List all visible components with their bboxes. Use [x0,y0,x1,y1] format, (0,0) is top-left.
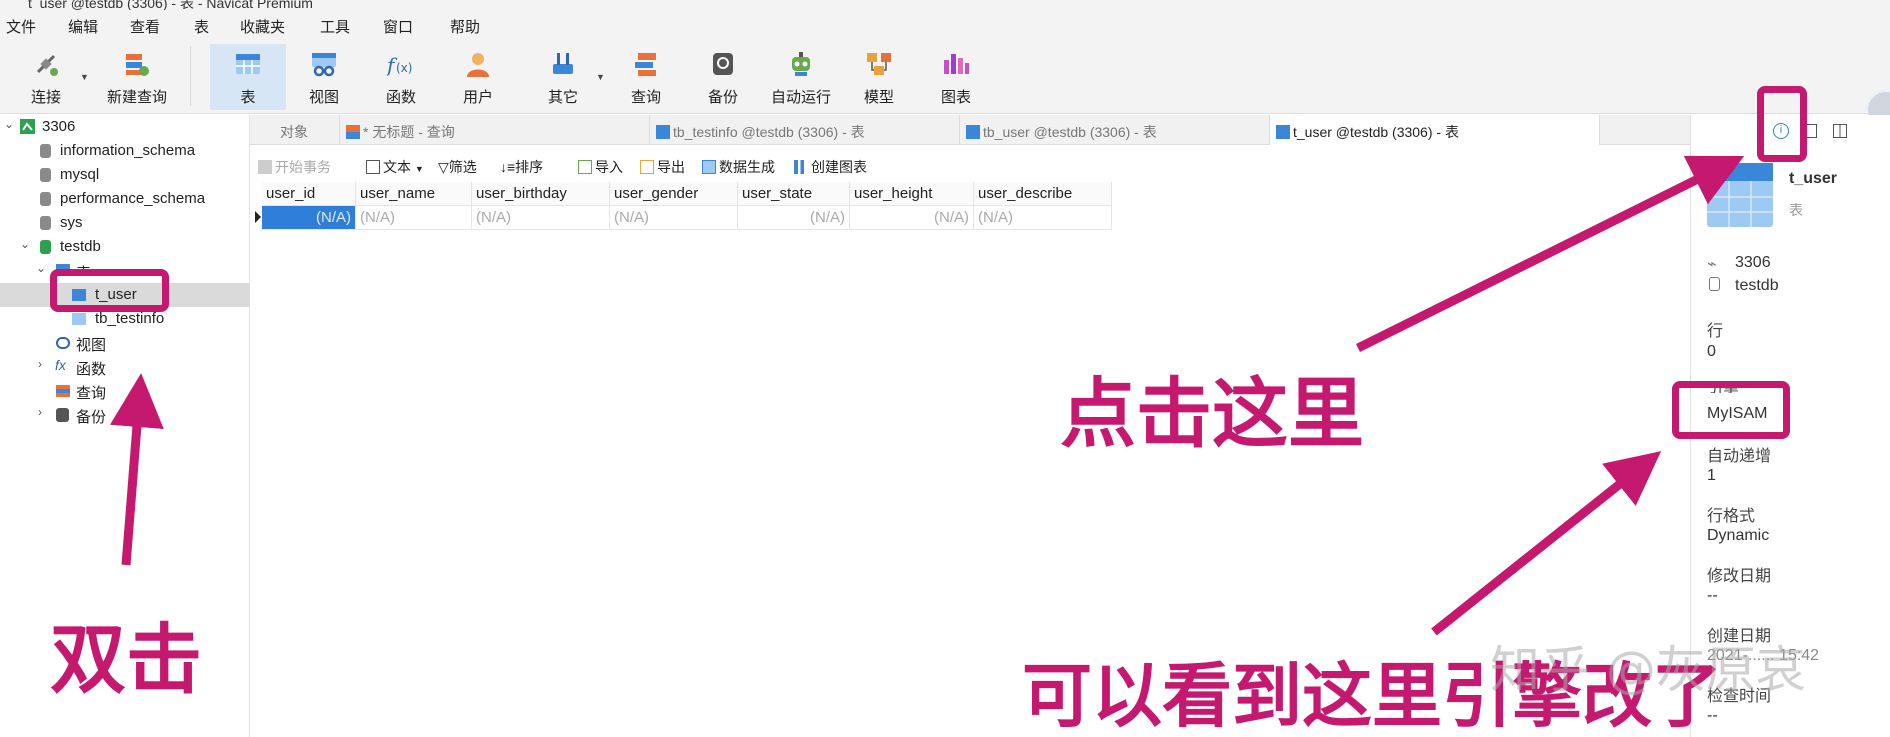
annotation-arrows [109,155,1745,636]
arrow-to-info-button [1355,155,1745,353]
arrow-to-t-user [109,373,164,566]
annotation-click-here: 点击这里 [1060,369,1364,458]
annotation-double-click: 双击 [50,615,202,704]
watermark: 知乎 @灰原哀 [1490,641,1806,699]
arrow-to-engine [1431,451,1662,636]
